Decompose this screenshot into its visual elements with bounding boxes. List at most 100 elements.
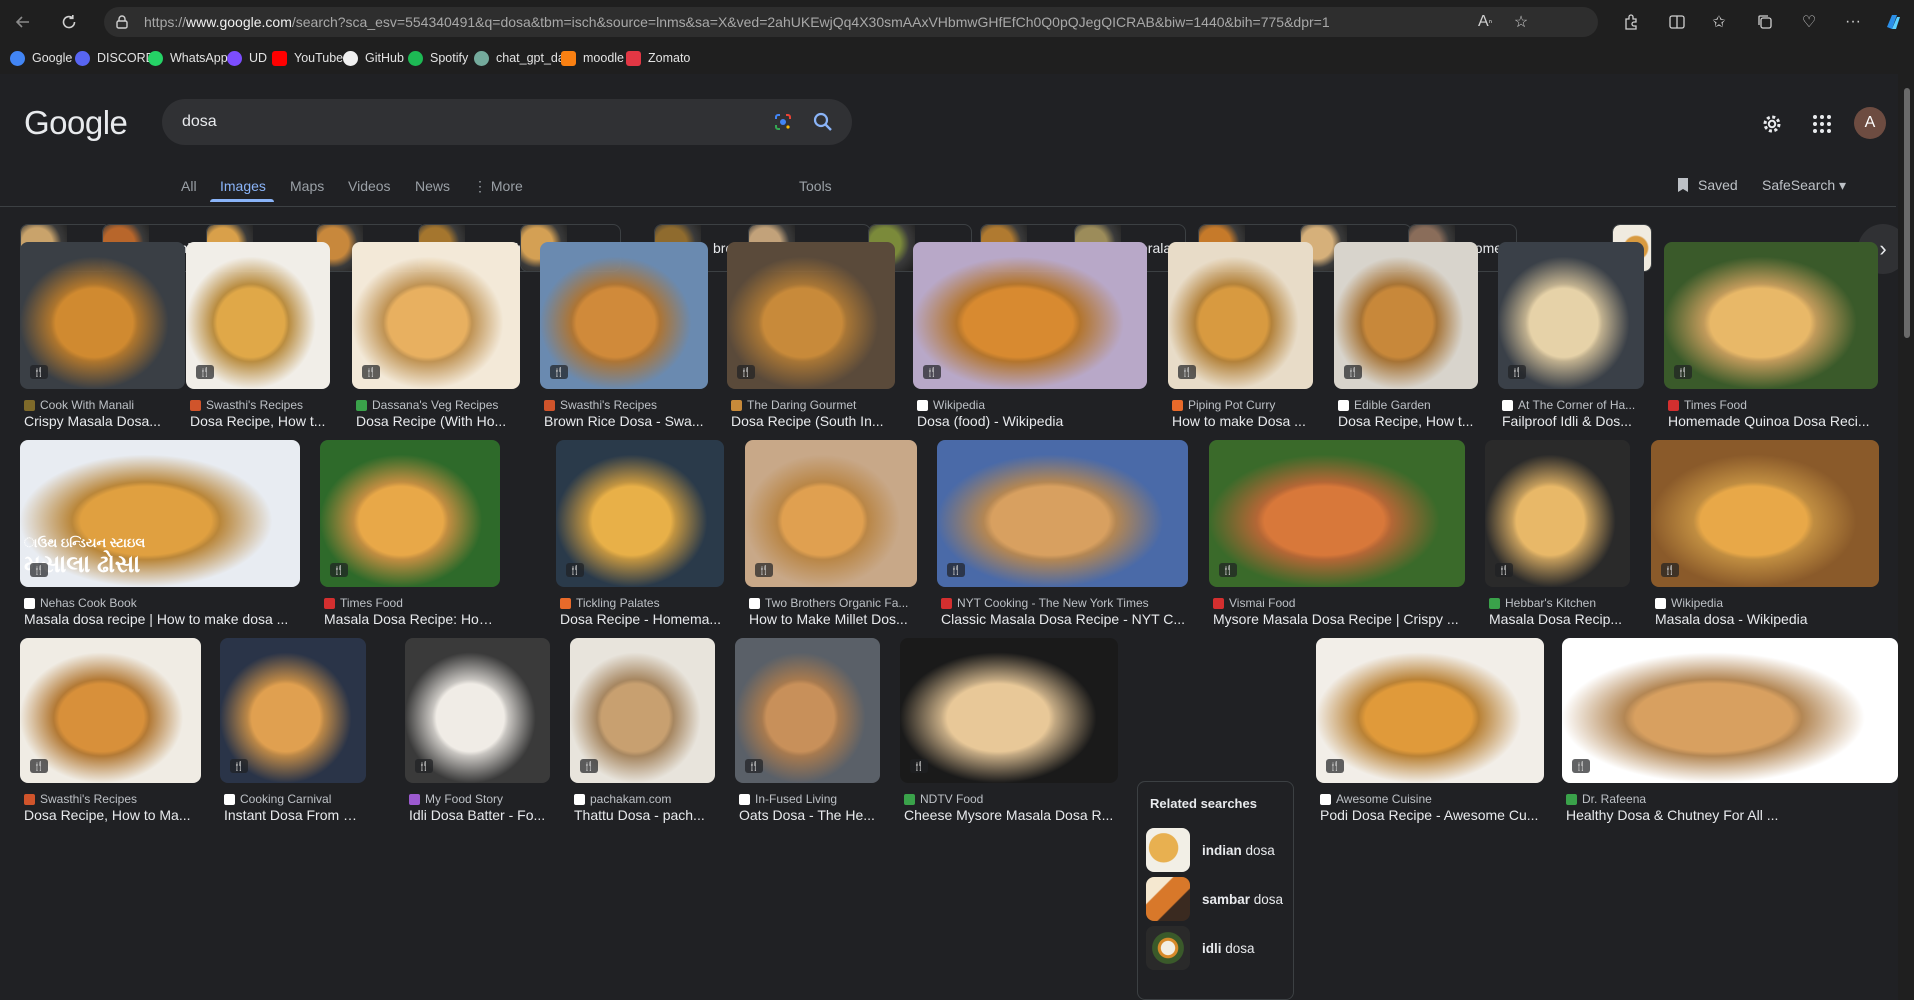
image-result[interactable]: 🍴 Awesome Cuisine Podi Dosa Recipe - Aweso… <box>1316 638 1544 839</box>
result-source[interactable]: NDTV Food <box>904 792 1116 806</box>
result-source[interactable]: Wikipedia <box>1655 596 1877 610</box>
image-result[interactable]: 🍴 Two Brothers Organic Fa... How to Make M… <box>745 440 917 643</box>
result-title[interactable]: Oats Dosa - The He... <box>739 807 878 823</box>
more-menu-icon[interactable]: ··· <box>1840 9 1866 35</box>
result-source[interactable]: Edible Garden <box>1338 398 1476 412</box>
result-image[interactable]: 🍴 <box>1485 440 1630 587</box>
result-title[interactable]: Brown Rice Dosa - Swa... <box>544 413 706 429</box>
result-title[interactable]: Dosa Recipe, How to Ma... <box>24 807 199 823</box>
result-source[interactable]: The Daring Gourmet <box>731 398 893 412</box>
image-result[interactable]: 🍴 The Daring Gourmet Dosa Recipe (South In… <box>727 242 895 445</box>
result-title[interactable]: Mysore Masala Dosa Recipe | Crispy ... <box>1213 611 1463 627</box>
result-image[interactable]: 🍴 <box>727 242 895 389</box>
search-query[interactable]: dosa <box>182 113 217 131</box>
performance-heart-icon[interactable]: ♡ <box>1796 9 1822 35</box>
tab-more[interactable]: ⋮ More <box>473 178 523 195</box>
copilot-icon[interactable] <box>1880 9 1906 35</box>
google-apps-grid-icon[interactable] <box>1810 112 1834 136</box>
search-icon[interactable] <box>812 111 834 133</box>
google-logo[interactable]: Google <box>24 104 128 142</box>
result-source[interactable]: Cook With Manali <box>24 398 183 412</box>
bookmark-moodle[interactable]: moodle <box>561 48 624 68</box>
result-source[interactable]: Nehas Cook Book <box>24 596 298 610</box>
image-result[interactable]: 🍴 In-Fused Living Oats Dosa - The He... <box>735 638 880 839</box>
result-image[interactable]: 🍴 <box>20 638 201 783</box>
back-button[interactable] <box>8 7 38 37</box>
image-result[interactable]: 🍴 My Food Story Idli Dosa Batter - Fo... <box>405 638 550 839</box>
image-result[interactable]: 🍴 Hebbar's Kitchen Masala Dosa Recip... <box>1485 440 1630 643</box>
result-title[interactable]: Dosa Recipe - Homema... <box>560 611 722 627</box>
collections-icon[interactable] <box>1752 9 1778 35</box>
result-source[interactable]: Swasthi's Recipes <box>24 792 199 806</box>
read-aloud-icon[interactable]: Aⁿ <box>1472 9 1498 35</box>
favorite-star-icon[interactable]: ☆ <box>1508 9 1534 35</box>
tab-news[interactable]: News <box>415 178 450 194</box>
related-search-item[interactable]: indian dosa <box>1146 828 1291 872</box>
google-lens-icon[interactable] <box>772 111 794 133</box>
image-result[interactable]: 🍴 Swasthi's Recipes Dosa Recipe, How t... <box>186 242 330 445</box>
result-source[interactable]: Swasthi's Recipes <box>544 398 706 412</box>
result-title[interactable]: Thattu Dosa - pach... <box>574 807 713 823</box>
bookmark-github[interactable]: GitHub <box>343 48 404 68</box>
scrollbar-thumb[interactable] <box>1904 88 1910 338</box>
image-result[interactable]: 🍴 Times FoodMasala Dosa Recipe: How to m.… <box>320 440 500 643</box>
image-result[interactable]: 🍴 At The Corner of Ha... Failproof Idli & … <box>1498 242 1644 445</box>
result-source[interactable]: Two Brothers Organic Fa... <box>749 596 915 610</box>
result-title[interactable]: Masala dosa - Wikipedia <box>1655 611 1877 627</box>
result-source[interactable]: pachakam.com <box>574 792 713 806</box>
result-title[interactable]: Dosa (food) - Wikipedia <box>917 413 1145 429</box>
result-image[interactable]: 🍴 <box>1316 638 1544 783</box>
bookmark-spotify[interactable]: Spotify <box>408 48 468 68</box>
result-source[interactable]: Times Food <box>324 596 498 610</box>
result-image[interactable]: 🍴 <box>1664 242 1878 389</box>
result-source[interactable]: Swasthi's Recipes <box>190 398 328 412</box>
result-source[interactable]: Dassana's Veg Recipes <box>356 398 518 412</box>
result-image[interactable]: 🍴 <box>570 638 715 783</box>
result-source[interactable]: Dr. Rafeena <box>1566 792 1896 806</box>
result-title[interactable]: Classic Masala Dosa Recipe - NYT C... <box>941 611 1186 627</box>
result-title[interactable]: How to make Dosa ... <box>1172 413 1311 429</box>
result-image[interactable]: 🍴 <box>352 242 520 389</box>
result-title[interactable]: Dosa Recipe, How t... <box>190 413 328 429</box>
result-title[interactable]: Masala Dosa Recipe: How to m... <box>324 611 498 627</box>
result-source[interactable]: Wikipedia <box>917 398 1145 412</box>
result-image[interactable]: ાઉથ ઇન્ડિયન સ્ટાઇલ મસાલા ઢોસા 🍴 <box>20 440 300 587</box>
image-result[interactable]: 🍴 Times Food Homemade Quinoa Dosa Reci... <box>1664 242 1878 445</box>
related-search-item[interactable]: idli dosa <box>1146 926 1291 970</box>
result-image[interactable]: 🍴 <box>900 638 1118 783</box>
image-result[interactable]: 🍴 Vismai Food Mysore Masala Dosa Recipe | … <box>1209 440 1465 643</box>
result-title[interactable]: Idli Dosa Batter - Fo... <box>409 807 548 823</box>
image-result[interactable]: 🍴 Dr. Rafeena Healthy Dosa & Chutney For A… <box>1562 638 1898 839</box>
result-image[interactable]: 🍴 <box>1334 242 1478 389</box>
safesearch-dropdown[interactable]: SafeSearch ▾ <box>1762 177 1846 194</box>
tab-videos[interactable]: Videos <box>348 178 391 194</box>
result-title[interactable]: Crispy Masala Dosa... <box>24 413 183 429</box>
favorites-icon[interactable]: ✩ <box>1706 9 1732 35</box>
result-image[interactable]: 🍴 <box>186 242 330 389</box>
image-result[interactable]: 🍴 Cooking Carnival Instant Dosa From Lef..… <box>220 638 366 839</box>
result-title[interactable]: Instant Dosa From Lef... <box>224 807 364 823</box>
related-search-item[interactable]: sambar dosa <box>1146 877 1291 921</box>
settings-gear-icon[interactable] <box>1760 112 1784 136</box>
saved-button[interactable]: Saved <box>1676 177 1738 193</box>
result-title[interactable]: Healthy Dosa & Chutney For All ... <box>1566 807 1896 823</box>
tools-button[interactable]: Tools <box>799 178 832 194</box>
result-image[interactable]: 🍴 <box>320 440 500 587</box>
bookmark-chat-gpt[interactable]: chat_gpt_da <box>474 48 565 68</box>
result-image[interactable]: 🍴 <box>220 638 366 783</box>
reload-button[interactable] <box>54 7 84 37</box>
result-image[interactable]: 🍴 <box>20 242 185 389</box>
result-title[interactable]: Podi Dosa Recipe - Awesome Cu... <box>1320 807 1542 823</box>
image-result[interactable]: 🍴 Piping Pot Curry How to make Dosa ... <box>1168 242 1313 445</box>
result-title[interactable]: Cheese Mysore Masala Dosa R... <box>904 807 1116 823</box>
tab-images[interactable]: Images <box>220 178 266 194</box>
image-result[interactable]: 🍴 NYT Cooking - The New York Times Classic… <box>937 440 1188 643</box>
result-title[interactable]: Masala Dosa Recip... <box>1489 611 1628 627</box>
result-image[interactable]: 🍴 <box>1168 242 1313 389</box>
result-title[interactable]: Homemade Quinoa Dosa Reci... <box>1668 413 1876 429</box>
image-result[interactable]: 🍴 Edible Garden Dosa Recipe, How t... <box>1334 242 1478 445</box>
result-image[interactable]: 🍴 <box>735 638 880 783</box>
result-source[interactable]: At The Corner of Ha... <box>1502 398 1642 412</box>
result-image[interactable]: 🍴 <box>1498 242 1644 389</box>
result-source[interactable]: Awesome Cuisine <box>1320 792 1542 806</box>
